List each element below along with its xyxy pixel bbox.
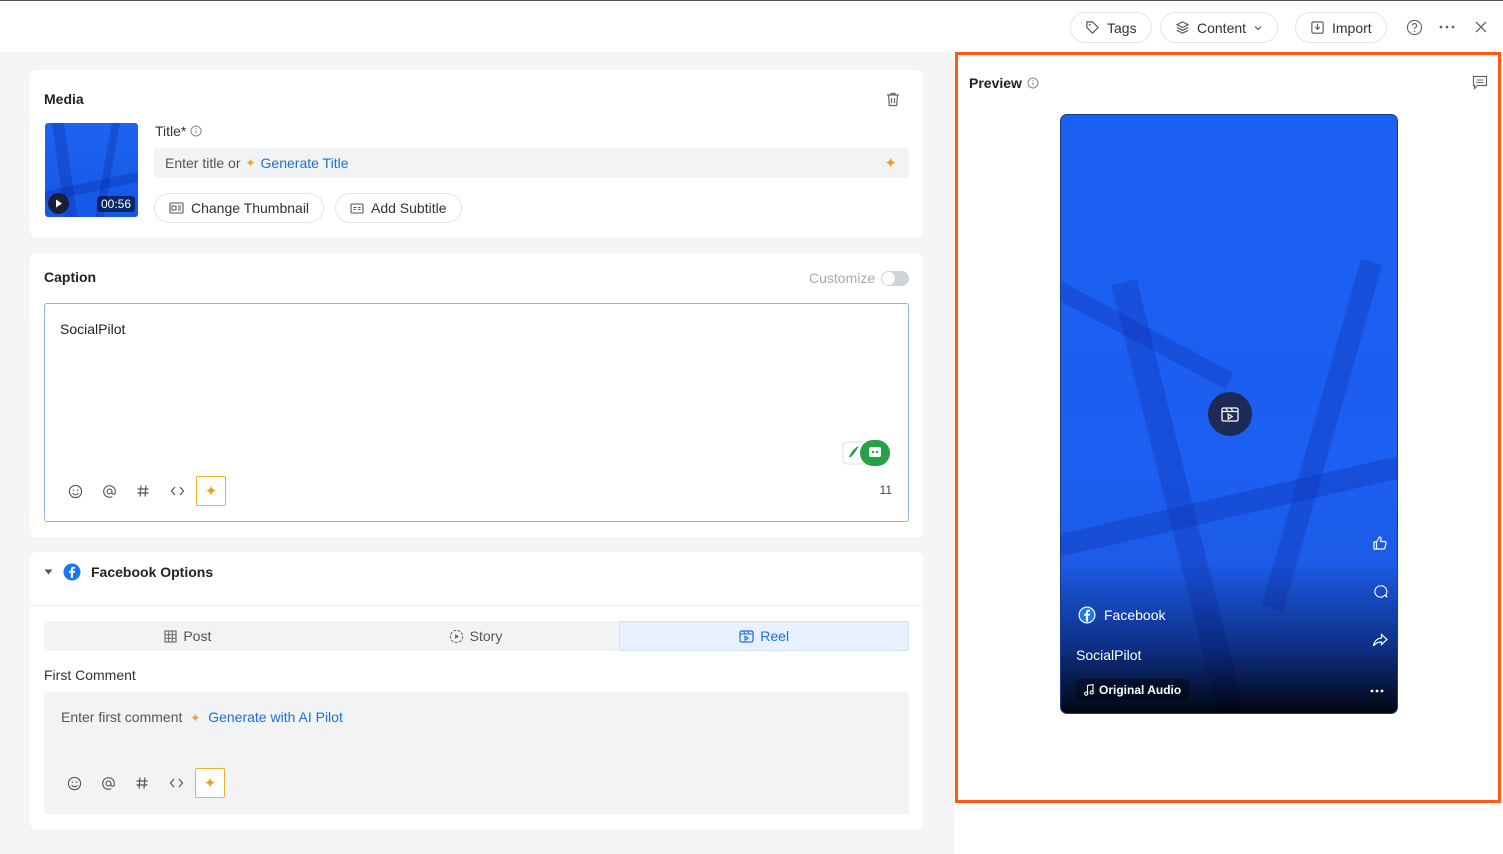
thumbnail-icon xyxy=(169,202,184,214)
preview-highlight-frame xyxy=(955,52,1501,803)
tab-story-label: Story xyxy=(469,628,503,644)
media-section-title: Media xyxy=(44,91,84,107)
first-comment-label: First Comment xyxy=(44,667,136,683)
content-dropdown[interactable]: Content xyxy=(1160,12,1279,43)
play-icon[interactable] xyxy=(48,193,69,214)
first-comment-toolbar: ✦ xyxy=(57,768,225,798)
caption-editor[interactable]: SocialPilot ✦ 11 xyxy=(44,303,909,522)
code-icon[interactable] xyxy=(159,768,193,798)
import-icon xyxy=(1311,21,1324,34)
ai-pilot-button[interactable]: ✦ xyxy=(196,476,226,506)
hashtag-icon[interactable] xyxy=(125,768,159,798)
title-label: Title* xyxy=(155,123,202,139)
tags-label: Tags xyxy=(1107,19,1137,36)
tag-icon xyxy=(1086,21,1099,34)
tab-reel-label: Reel xyxy=(760,628,790,644)
character-count: 11 xyxy=(879,483,892,497)
ai-sparkle-icon[interactable]: ✦ xyxy=(884,154,897,172)
emoji-icon[interactable] xyxy=(57,768,91,798)
title-input[interactable]: Enter title or ✦ Generate Title ✦ xyxy=(154,148,909,178)
hashtag-icon[interactable] xyxy=(126,476,160,506)
top-toolbar: Tags Content Import xyxy=(0,0,1503,52)
import-button[interactable]: Import xyxy=(1295,12,1387,43)
caption-toolbar: ✦ xyxy=(58,476,226,506)
caption-section-title: Caption xyxy=(44,269,97,285)
divider xyxy=(30,605,923,606)
caption-text[interactable]: SocialPilot xyxy=(60,321,125,337)
tags-button[interactable]: Tags xyxy=(1070,12,1152,43)
help-icon[interactable] xyxy=(1404,17,1424,37)
first-comment-placeholder: Enter first comment ✦ Generate with AI P… xyxy=(61,709,343,725)
tab-story[interactable]: Story xyxy=(332,621,620,651)
reel-icon xyxy=(739,629,754,643)
customize-label: Customize xyxy=(809,270,876,286)
mention-icon[interactable] xyxy=(91,768,125,798)
caret-down-icon xyxy=(44,569,53,575)
generate-ai-link[interactable]: Generate with AI Pilot xyxy=(208,709,343,725)
title-placeholder: Enter title or xyxy=(165,155,241,171)
first-comment-placeholder-text: Enter first comment xyxy=(61,709,183,725)
facebook-icon xyxy=(63,563,81,581)
facebook-options-title: Facebook Options xyxy=(91,564,214,580)
change-thumbnail-label: Change Thumbnail xyxy=(191,200,310,216)
mention-icon[interactable] xyxy=(92,476,126,506)
import-label: Import xyxy=(1332,19,1372,36)
post-type-tabs: Post Story Reel xyxy=(44,621,910,651)
tab-reel[interactable]: Reel xyxy=(619,621,910,651)
emoji-icon[interactable] xyxy=(58,476,92,506)
ai-sparkle-icon: ✦ xyxy=(204,483,218,500)
grid-icon xyxy=(164,629,177,643)
content-label: Content xyxy=(1197,19,1247,36)
video-thumbnail[interactable]: 00:56 xyxy=(45,123,138,217)
sparkle-icon: ✦ xyxy=(245,156,256,170)
grammar-assistant-icon[interactable] xyxy=(842,439,892,469)
close-icon[interactable] xyxy=(1471,17,1491,37)
first-comment-input[interactable]: Enter first comment ✦ Generate with AI P… xyxy=(44,692,909,814)
ai-sparkle-icon: ✦ xyxy=(203,775,217,792)
info-icon xyxy=(190,125,202,137)
add-subtitle-label: Add Subtitle xyxy=(371,200,447,216)
ai-pilot-button[interactable]: ✦ xyxy=(195,768,225,798)
add-subtitle-button[interactable]: Add Subtitle xyxy=(335,193,462,223)
facebook-options-header[interactable]: Facebook Options xyxy=(44,563,213,581)
story-icon xyxy=(449,629,463,643)
title-label-text: Title* xyxy=(155,123,187,139)
subtitle-icon xyxy=(350,202,364,214)
tab-post[interactable]: Post xyxy=(44,621,332,651)
change-thumbnail-button[interactable]: Change Thumbnail xyxy=(154,193,325,223)
code-icon[interactable] xyxy=(160,476,194,506)
customize-toggle[interactable] xyxy=(881,271,909,286)
layers-icon xyxy=(1175,21,1190,34)
sparkle-icon: ✦ xyxy=(190,711,201,725)
tab-post-label: Post xyxy=(183,628,212,644)
generate-title-link[interactable]: Generate Title xyxy=(261,155,349,171)
chevron-down-icon xyxy=(1254,25,1262,30)
more-options-icon[interactable] xyxy=(1437,17,1457,37)
delete-media-icon[interactable] xyxy=(886,92,900,110)
video-duration: 00:56 xyxy=(96,196,135,212)
